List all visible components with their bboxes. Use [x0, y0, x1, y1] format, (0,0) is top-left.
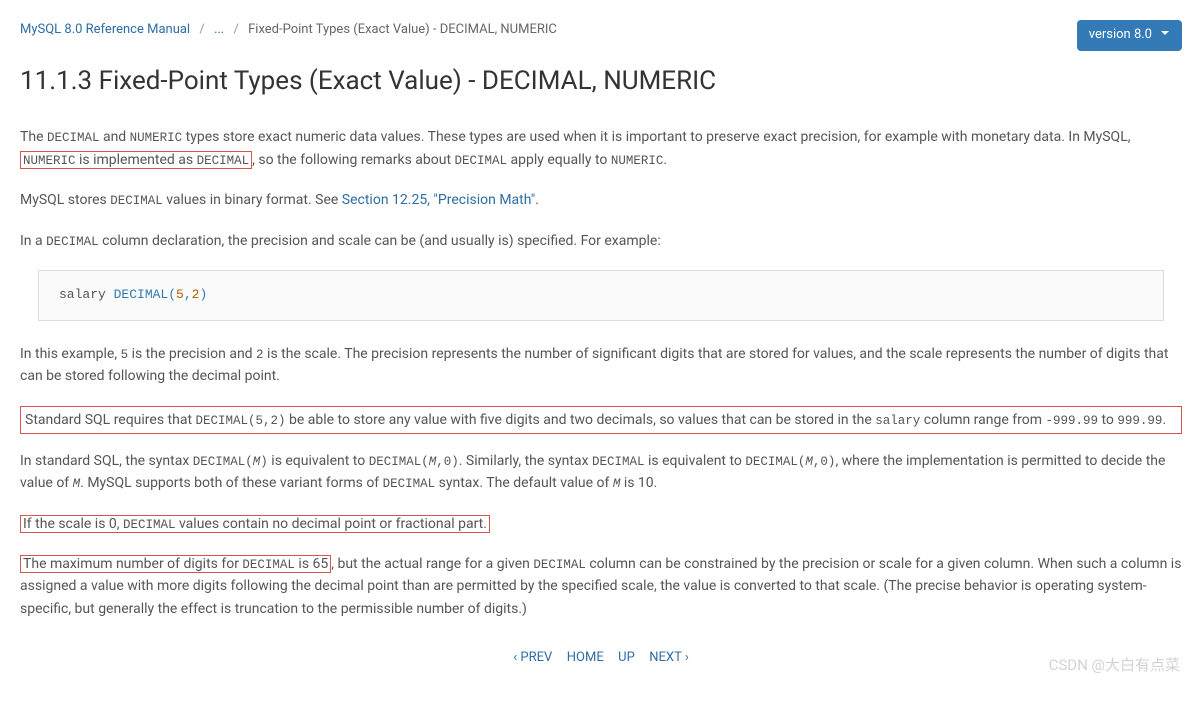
highlight-max-digits: The maximum number of digits for DECIMAL…: [20, 555, 331, 573]
code-keyword: DECIMAL: [114, 287, 169, 302]
code-number: 5: [176, 287, 184, 302]
code-decimal: DECIMAL: [197, 154, 250, 168]
page-title: 11.1.3 Fixed-Point Types (Exact Value) -…: [20, 61, 1182, 103]
code-decimal: DECIMAL: [383, 477, 436, 491]
text: The: [20, 129, 47, 145]
version-label: version 8.0: [1089, 25, 1152, 46]
code-decimal: DECIMAL: [46, 235, 99, 249]
text: is 10.: [620, 475, 657, 491]
text: types store exact numeric data values. T…: [182, 129, 1130, 145]
text: If the scale is 0,: [23, 516, 123, 532]
breadcrumb-sep: /: [199, 22, 204, 37]
code-literal: 5: [121, 348, 129, 362]
text: is 65: [295, 556, 328, 572]
paragraph-declaration: In a DECIMAL column declaration, the pre…: [20, 230, 1182, 252]
code-decimal: DECIMAL: [123, 518, 176, 532]
breadcrumb: MySQL 8.0 Reference Manual / ... / Fixed…: [20, 20, 1182, 41]
chevron-down-icon: [1160, 25, 1170, 46]
code-numeric: NUMERIC: [23, 154, 76, 168]
text: Standard SQL requires that: [25, 412, 196, 428]
text: is the precision and: [128, 346, 256, 362]
text: is equivalent to: [268, 453, 369, 469]
text: , but the actual range for a given: [331, 556, 533, 572]
code-decimal: DECIMAL: [455, 154, 508, 168]
text: In this example,: [20, 346, 121, 362]
link-precision-math[interactable]: Section 12.25, "Precision Math": [342, 192, 535, 208]
nav-prev[interactable]: ‹ PREV: [513, 650, 552, 665]
code-decimal: DECIMAL: [592, 455, 645, 469]
nav-up[interactable]: UP: [618, 650, 635, 665]
paragraph-binary-format: MySQL stores DECIMAL values in binary fo…: [20, 189, 1182, 211]
text: be able to store any value with five dig…: [286, 412, 876, 428]
text: values contain no decimal point or fract…: [176, 516, 487, 532]
paragraph-max-digits: The maximum number of digits for DECIMAL…: [20, 553, 1182, 620]
text: , so the following remarks about: [252, 152, 454, 168]
text: .: [535, 192, 539, 208]
chevron-left-icon: ‹: [513, 650, 517, 665]
nav-next[interactable]: NEXT ›: [649, 650, 688, 665]
text: In standard SQL, the syntax: [20, 453, 193, 469]
code-min: -999.99: [1045, 414, 1098, 428]
text: apply equally to: [507, 152, 611, 168]
nav-home[interactable]: HOME: [567, 650, 604, 665]
code-decimal-spec: DECIMAL(5,2): [196, 414, 286, 428]
text: .: [1162, 412, 1166, 428]
highlight-numeric-impl: NUMERIC is implemented as DECIMAL: [20, 151, 252, 169]
code-numeric: NUMERIC: [611, 154, 664, 168]
code-decimal: DECIMAL: [242, 558, 295, 572]
text: .: [663, 152, 667, 168]
code-decimal: DECIMAL: [47, 131, 100, 145]
text: column declaration, the precision and sc…: [99, 233, 661, 249]
text: The maximum number of digits for: [23, 556, 242, 572]
code-comma: ,: [184, 287, 192, 302]
code-numeric: NUMERIC: [130, 131, 183, 145]
highlight-range: Standard SQL requires that DECIMAL(5,2) …: [20, 406, 1182, 434]
breadcrumb-current: Fixed-Point Types (Exact Value) - DECIMA…: [248, 22, 557, 37]
breadcrumb-root[interactable]: MySQL 8.0 Reference Manual: [20, 22, 190, 37]
text: MySQL stores: [20, 192, 110, 208]
code-literal: 2: [256, 348, 264, 362]
text: values in binary format. See: [163, 192, 342, 208]
code: DECIMAL(M,0): [369, 455, 459, 469]
breadcrumb-sep: /: [233, 22, 238, 37]
code-example-salary: salary DECIMAL(5,2): [38, 270, 1164, 321]
text: to: [1098, 412, 1117, 428]
paragraph-syntax-equivalence: In standard SQL, the syntax DECIMAL(M) i…: [20, 450, 1182, 495]
code-paren: (: [168, 287, 176, 302]
chevron-right-icon: ›: [685, 650, 689, 665]
version-selector[interactable]: version 8.0: [1077, 20, 1182, 51]
breadcrumb-ellipsis[interactable]: ...: [214, 22, 224, 37]
text: syntax. The default value of: [435, 475, 613, 491]
code: DECIMAL(M,0): [745, 455, 835, 469]
code-identifier: salary: [59, 287, 114, 302]
code: DECIMAL(M): [193, 455, 268, 469]
code-paren: ): [199, 287, 207, 302]
highlight-scale-zero: If the scale is 0, DECIMAL values contai…: [20, 515, 490, 533]
text: . Similarly, the syntax: [459, 453, 592, 469]
code-decimal: DECIMAL: [110, 194, 163, 208]
paragraph-precision-scale: In this example, 5 is the precision and …: [20, 343, 1182, 388]
code-decimal: DECIMAL: [533, 558, 586, 572]
code-max: 999.99: [1117, 414, 1162, 428]
text: and: [99, 129, 129, 145]
text: In a: [20, 233, 46, 249]
text: is implemented as: [76, 152, 197, 168]
text: column range from: [920, 412, 1045, 428]
text: is equivalent to: [645, 453, 746, 469]
paragraph-scale-zero: If the scale is 0, DECIMAL values contai…: [20, 513, 1182, 535]
nav-footer: ‹ PREV HOME UP NEXT ›: [20, 648, 1182, 669]
code-salary: salary: [875, 414, 920, 428]
text: . MySQL supports both of these variant f…: [80, 475, 383, 491]
paragraph-intro: The DECIMAL and NUMERIC types store exac…: [20, 126, 1182, 171]
